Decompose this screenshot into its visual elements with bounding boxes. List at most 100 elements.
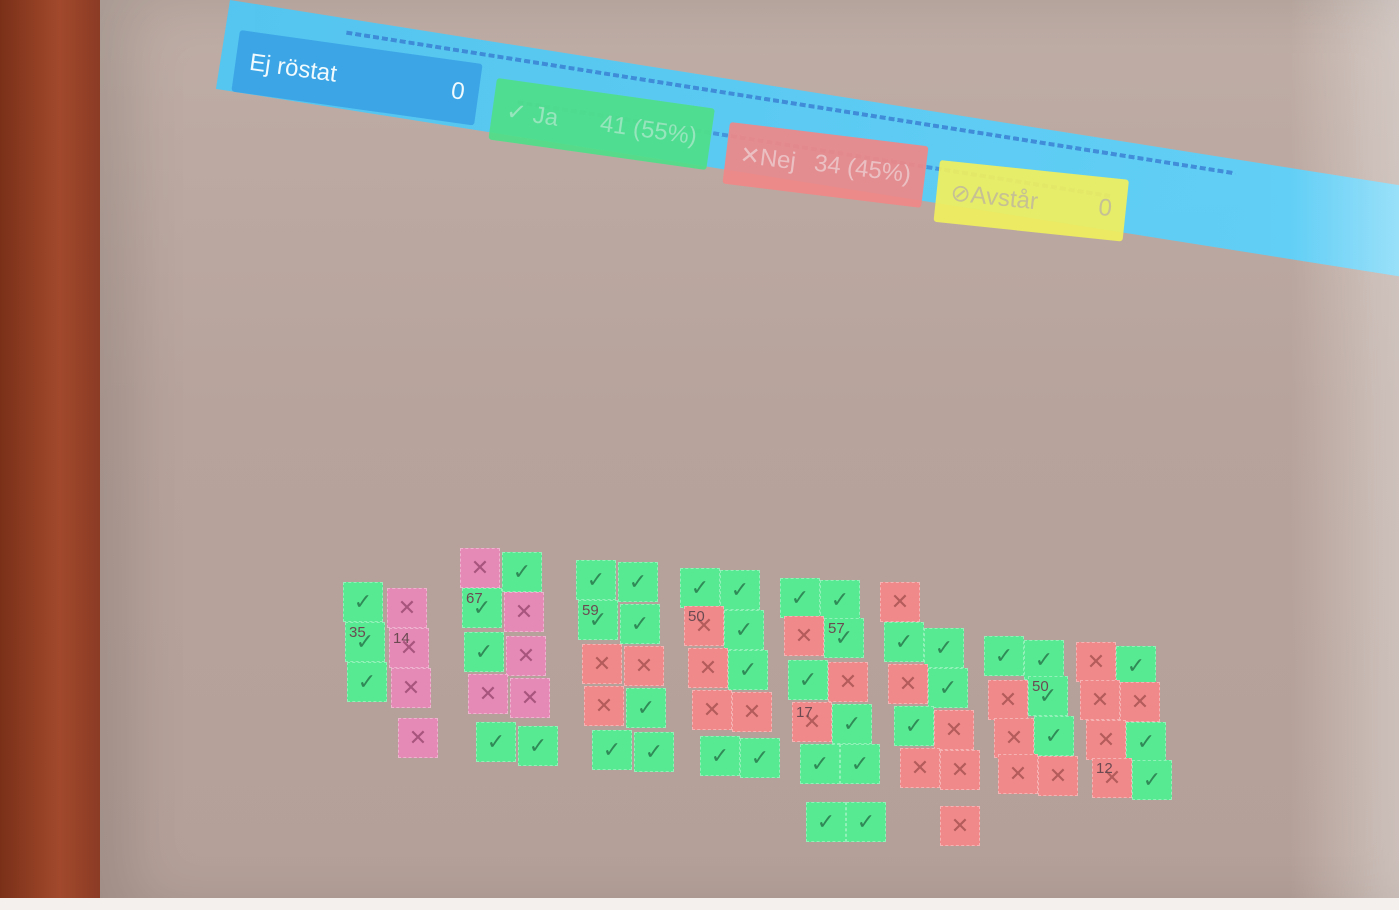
seat-number: 17 bbox=[796, 704, 813, 721]
seat: ✕ bbox=[582, 644, 622, 684]
seat-number: 50 bbox=[688, 608, 705, 625]
check-icon: ✓ bbox=[798, 667, 818, 692]
check-icon: ✓ bbox=[856, 809, 876, 834]
seat: ✓ bbox=[1024, 640, 1064, 680]
seat: ✕ bbox=[994, 718, 1034, 758]
check-icon: ✓ bbox=[934, 635, 954, 660]
seat: ✕ bbox=[584, 686, 624, 726]
seat: ✕ bbox=[624, 646, 664, 686]
seat: ✓ bbox=[464, 632, 504, 672]
check-icon: ✓ bbox=[1034, 647, 1054, 672]
cross-icon: ✕ bbox=[470, 555, 490, 580]
check-icon: ✓ bbox=[816, 809, 836, 834]
cross-icon: ✕ bbox=[838, 669, 858, 694]
check-icon: ✓ bbox=[938, 675, 958, 700]
seat: ✓ 50 bbox=[1028, 676, 1068, 716]
cross-icon: ✕ bbox=[514, 599, 534, 624]
seat: ✕ bbox=[387, 588, 427, 628]
check-icon: ✓ bbox=[486, 729, 506, 754]
seat: ✓ bbox=[800, 744, 840, 784]
cross-icon: ✕ bbox=[794, 623, 814, 648]
seat: ✕ bbox=[504, 592, 544, 632]
check-icon: ✓ bbox=[810, 751, 830, 776]
seat: ✕ bbox=[900, 748, 940, 788]
seat: ✓ bbox=[680, 568, 720, 608]
seat-number: 35 bbox=[349, 624, 366, 641]
check-icon: ✓ bbox=[1126, 653, 1146, 678]
seat: ✕ bbox=[688, 648, 728, 688]
seat: ✕ bbox=[1038, 756, 1078, 796]
seat: ✓ bbox=[728, 650, 768, 690]
cross-icon: ✕ bbox=[702, 697, 722, 722]
check-icon: ✓ bbox=[357, 669, 377, 694]
check-icon: ✓ bbox=[1142, 767, 1162, 792]
seat: ✓ bbox=[720, 570, 760, 610]
seat: ✓ bbox=[1034, 716, 1074, 756]
cross-icon: ✕ bbox=[1048, 763, 1068, 788]
seat: ✕ bbox=[940, 750, 980, 790]
seat: ✕ bbox=[506, 636, 546, 676]
check-icon: ✓ bbox=[738, 657, 758, 682]
check-icon: ✓ bbox=[994, 643, 1014, 668]
seat: ✕ 50 bbox=[684, 606, 724, 646]
seat: ✕ bbox=[940, 806, 980, 846]
seat: ✓ bbox=[846, 802, 886, 842]
check-icon: ✓ bbox=[353, 589, 373, 614]
seat: ✓ bbox=[724, 610, 764, 650]
seat: ✕ bbox=[888, 664, 928, 704]
seat: ✓ bbox=[518, 726, 558, 766]
check-icon: ✓ bbox=[904, 713, 924, 738]
seat-number: 67 bbox=[466, 590, 483, 607]
check-icon: ✓ bbox=[842, 711, 862, 736]
seat: ✓ bbox=[740, 738, 780, 778]
seat-number: 12 bbox=[1096, 760, 1113, 777]
cross-icon: ✕ bbox=[408, 725, 428, 750]
check-icon: ✓ bbox=[830, 587, 850, 612]
seat: ✓ bbox=[618, 562, 658, 602]
seat: ✓ bbox=[924, 628, 964, 668]
cross-icon: ✕ bbox=[516, 643, 536, 668]
check-icon: ✓ bbox=[734, 617, 754, 642]
cross-icon: ✕ bbox=[1004, 725, 1024, 750]
check-icon: ✓ bbox=[850, 751, 870, 776]
check-icon: ✓ bbox=[644, 739, 664, 764]
seat: ✕ bbox=[1120, 682, 1160, 722]
check-icon: ✓ bbox=[586, 567, 606, 592]
cross-icon: ✕ bbox=[698, 655, 718, 680]
seat: ✓ bbox=[343, 582, 383, 622]
seat: ✓ 57 bbox=[824, 618, 864, 658]
cross-icon: ✕ bbox=[1130, 689, 1150, 714]
seating-plan: ✓ ✕ ✓ 35 ✕ 14 ✓ ✕ ✕ ✕ ✓ ✓ 67 ✕ ✓ ✕ ✕ ✕ ✓ ✓ ✓ ✓ ✓ 59 ✓ ✕ ✕ ✕ ✓ ✓ ✓ ✓ ✓ ✕ 50… bbox=[0, 0, 1399, 910]
seat-number: 57 bbox=[828, 620, 845, 637]
seat: ✓ 35 bbox=[345, 622, 385, 662]
seat: ✓ bbox=[806, 802, 846, 842]
seat: ✕ bbox=[460, 548, 500, 588]
cross-icon: ✕ bbox=[890, 589, 910, 614]
seat: ✕ bbox=[934, 710, 974, 750]
seat: ✓ bbox=[928, 668, 968, 708]
check-icon: ✓ bbox=[710, 743, 730, 768]
cross-icon: ✕ bbox=[1086, 649, 1106, 674]
check-icon: ✓ bbox=[630, 611, 650, 636]
seat: ✓ bbox=[780, 578, 820, 618]
cross-icon: ✕ bbox=[1008, 761, 1028, 786]
seat: ✓ bbox=[502, 552, 542, 592]
cross-icon: ✕ bbox=[478, 681, 498, 706]
cross-icon: ✕ bbox=[594, 693, 614, 718]
seat: ✕ bbox=[1076, 642, 1116, 682]
seat-number: 14 bbox=[393, 630, 410, 647]
check-icon: ✓ bbox=[602, 737, 622, 762]
seat: ✕ bbox=[391, 668, 431, 708]
seat-number: 59 bbox=[582, 602, 599, 619]
seat: ✓ bbox=[634, 732, 674, 772]
seat: ✕ bbox=[1086, 720, 1126, 760]
check-icon: ✓ bbox=[750, 745, 770, 770]
seat: ✓ bbox=[1132, 760, 1172, 800]
seat: ✓ bbox=[984, 636, 1024, 676]
seat: ✕ bbox=[398, 718, 438, 758]
cross-icon: ✕ bbox=[950, 757, 970, 782]
seat: ✕ bbox=[880, 582, 920, 622]
check-icon: ✓ bbox=[474, 639, 494, 664]
seat: ✕ bbox=[988, 680, 1028, 720]
seat: ✓ bbox=[347, 662, 387, 702]
